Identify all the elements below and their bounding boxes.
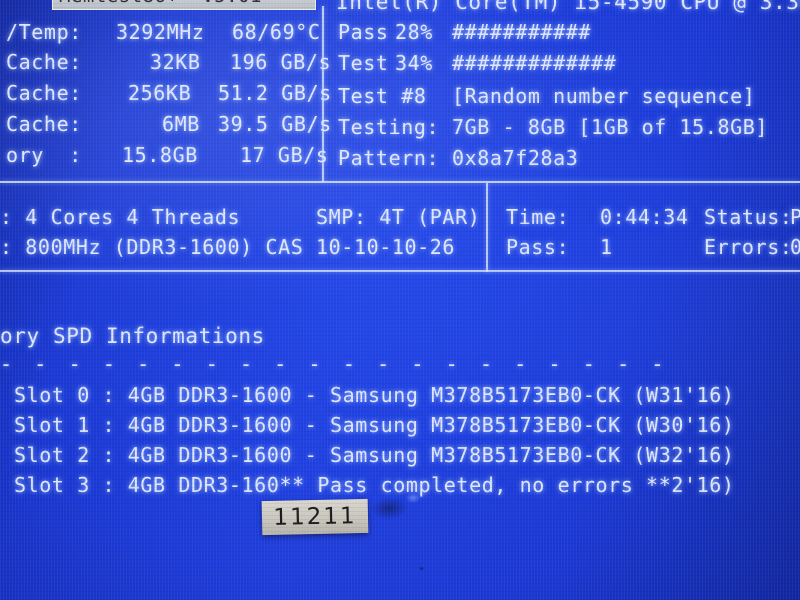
spd-slot-row: Slot 1 : 4GB DDR3-1600 - Samsung M378B51…: [14, 413, 735, 437]
screen-highlight: [404, 492, 422, 504]
ram-timing-line: : 800MHz (DDR3-1600) CAS 10-10-10-26: [0, 235, 456, 259]
asset-label-sticker: 11211: [261, 498, 369, 536]
cpu-model-line: Intel(R) Core(TM) i5-4590 CPU @ 3.30GHz: [336, 0, 800, 14]
memory-rate: 17 GB/s: [240, 143, 329, 167]
status-value: P: [790, 205, 800, 229]
spd-divider: - - - - - - - - - - - - - - - - - - - -: [0, 352, 669, 376]
asset-label-code: 11211: [273, 503, 357, 531]
l2-cache-label: Cache:: [6, 81, 82, 105]
l2-cache-rate: 51.2 GB/s: [218, 81, 332, 105]
spd-heading: ory SPD Informations: [0, 324, 265, 348]
pass-count-value: 1: [600, 235, 613, 259]
screen-dust-speck: [418, 566, 425, 571]
pass-progress-label: Pass: [338, 20, 389, 44]
test-progress-label: Test: [338, 51, 389, 75]
clk-temp-label: /Temp:: [6, 20, 82, 44]
test-number: Test #8: [338, 84, 427, 108]
errors-label: Errors:: [704, 235, 793, 259]
testing-range: 7GB - 8GB [1GB of 15.8GB]: [452, 115, 769, 139]
testing-label: Testing:: [338, 115, 440, 139]
l3-cache-value: 6MB: [162, 112, 200, 136]
spd-slot-row: Slot 2 : 4GB DDR3-1600 - Samsung M378B51…: [14, 443, 735, 467]
pattern-value: 0x8a7f28a3: [452, 146, 579, 170]
app-title-bar: Memtest86+ v5.01: [52, 0, 316, 10]
spd-slot-row: Slot 3 : 4GB DDR3-160** Pass completed, …: [14, 473, 735, 497]
cpu-cores-line: : 4 Cores 4 Threads SMP: 4T (PAR): [0, 205, 481, 229]
pass-progress-percent: 28%: [395, 20, 433, 44]
pattern-label: Pattern:: [338, 146, 440, 170]
time-value: 0:44:34: [600, 205, 689, 229]
pass-count-label: Pass:: [506, 235, 570, 259]
time-label: Time:: [506, 205, 570, 229]
l1-cache-value: 32KB: [150, 50, 201, 74]
l3-cache-label: Cache:: [6, 112, 82, 136]
l1-cache-rate: 196 GB/s: [230, 50, 332, 74]
l3-cache-rate: 39.5 GB/s: [218, 112, 332, 136]
clk-temp-rate: 68/69°C: [232, 20, 321, 44]
app-title: Memtest86+ v5.01: [59, 0, 262, 8]
pass-progress-bar: ###########: [452, 20, 592, 44]
memtest-screen-photo: Memtest86+ v5.01 /Temp: 3292MHz 68/69°C …: [0, 0, 800, 600]
horizontal-divider-lower: [0, 270, 800, 272]
test-progress-bar: #############: [452, 51, 617, 75]
test-name: [Random number sequence]: [452, 84, 756, 108]
spd-slot-row: Slot 0 : 4GB DDR3-1600 - Samsung M378B51…: [14, 383, 735, 407]
memory-value: 15.8GB: [122, 143, 198, 167]
memory-label: ory :: [6, 143, 82, 167]
vertical-divider-status: [486, 183, 488, 272]
clk-temp-value: 3292MHz: [116, 20, 205, 44]
l1-cache-label: Cache:: [6, 50, 82, 74]
errors-value: 0: [790, 235, 800, 259]
horizontal-divider-upper: [0, 181, 800, 183]
status-label: Status:: [704, 205, 793, 229]
l2-cache-value: 256KB: [128, 81, 192, 105]
test-progress-percent: 34%: [395, 51, 433, 75]
